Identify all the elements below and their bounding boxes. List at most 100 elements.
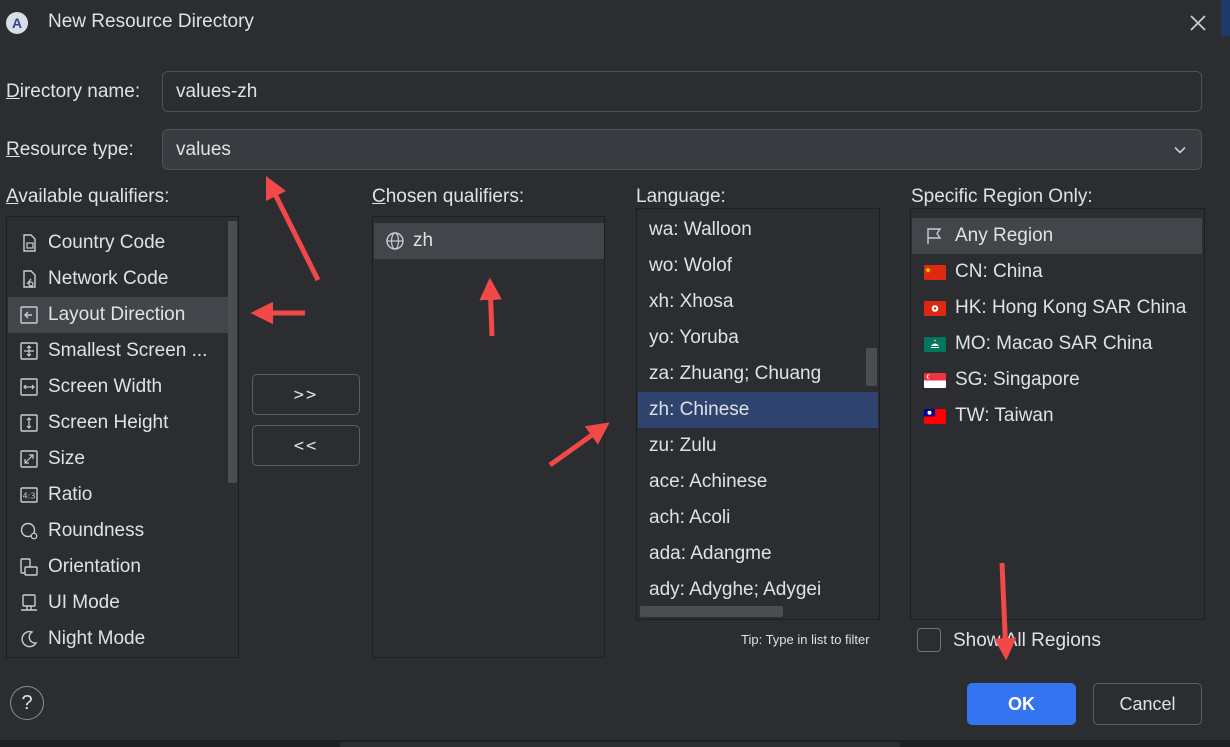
language-label: Language: bbox=[636, 186, 726, 207]
list-item[interactable]: wa: Walloon bbox=[638, 212, 878, 248]
annotation-arrow-resource-type bbox=[265, 175, 321, 282]
language-label-text: zu: Zulu bbox=[649, 435, 717, 456]
orientation-icon bbox=[20, 558, 38, 576]
list-item[interactable]: Any Region bbox=[912, 218, 1202, 254]
list-item[interactable]: Size bbox=[8, 441, 236, 477]
qualifier-label: Orientation bbox=[48, 556, 141, 577]
screen-height-icon bbox=[20, 414, 38, 432]
roundness-icon bbox=[20, 522, 38, 540]
layout-direction-icon bbox=[20, 306, 38, 324]
directory-name-input[interactable]: values-zh bbox=[162, 71, 1202, 112]
close-icon[interactable] bbox=[1186, 11, 1210, 35]
language-label-text: za: Zhuang; Chuang bbox=[649, 363, 822, 384]
region-label-text: CN: China bbox=[955, 261, 1043, 282]
list-item[interactable]: Orientation bbox=[8, 549, 236, 585]
qualifier-label: Network Code bbox=[48, 268, 169, 289]
list-item[interactable]: yo: Yoruba bbox=[638, 320, 878, 356]
list-item[interactable]: zh bbox=[374, 223, 604, 259]
network-icon bbox=[23, 270, 36, 288]
resource-type-label: Resource type: bbox=[6, 139, 134, 160]
language-label-text: zh: Chinese bbox=[649, 399, 750, 420]
taiwan-flag-icon bbox=[924, 408, 946, 424]
region-label-text: Any Region bbox=[955, 225, 1054, 246]
resource-type-select[interactable]: values bbox=[162, 129, 1202, 170]
language-list[interactable]: wa: Walloon wo: Wolof xh: Xhosa yo: Yoru… bbox=[636, 208, 880, 620]
language-label-text: ace: Achinese bbox=[649, 471, 768, 492]
list-item[interactable]: zh: Chinese bbox=[638, 392, 878, 428]
list-item[interactable]: CN: China bbox=[912, 254, 1202, 290]
list-item[interactable]: zu: Zulu bbox=[638, 428, 878, 464]
available-list-scrollbar[interactable] bbox=[228, 221, 237, 483]
qualifier-label: Smallest Screen ... bbox=[48, 340, 208, 361]
svg-text:4:3: 4:3 bbox=[23, 492, 36, 501]
region-label-text: SG: Singapore bbox=[955, 369, 1080, 390]
chosen-qualifiers-list[interactable]: zh bbox=[372, 216, 605, 658]
list-item[interactable]: Screen Height bbox=[8, 405, 236, 441]
show-all-regions-checkbox[interactable] bbox=[917, 628, 941, 652]
language-list-vertical-scrollbar[interactable] bbox=[866, 348, 877, 386]
qualifier-label: Ratio bbox=[48, 484, 93, 505]
list-item[interactable]: UI Mode bbox=[8, 585, 236, 621]
sim-card-icon bbox=[23, 234, 36, 252]
show-all-regions-label[interactable]: Show All Regions bbox=[953, 630, 1101, 652]
list-item[interactable]: xh: Xhosa bbox=[638, 284, 878, 320]
resource-type-value: values bbox=[176, 138, 231, 160]
app-logo-icon: A bbox=[6, 12, 28, 34]
list-item[interactable]: ady: Adyghe; Adygei bbox=[638, 572, 878, 608]
list-item[interactable]: 4:3 Ratio bbox=[8, 477, 236, 513]
list-item[interactable]: za: Zhuang; Chuang bbox=[638, 356, 878, 392]
qualifier-label: UI Mode bbox=[48, 592, 120, 613]
background-window-panel bbox=[340, 742, 900, 747]
language-label-text: wo: Wolof bbox=[649, 255, 733, 276]
region-label: Specific Region Only: bbox=[911, 186, 1093, 207]
list-item[interactable]: Country Code bbox=[8, 225, 236, 261]
region-list[interactable]: Any Region CN: China HK: Hong Kong SAR C… bbox=[910, 208, 1205, 620]
qualifier-label: Roundness bbox=[48, 520, 145, 541]
ui-mode-icon bbox=[21, 594, 37, 611]
chosen-qualifiers-label: Chosen qualifiers: bbox=[372, 186, 525, 207]
qualifier-label: Screen Width bbox=[48, 376, 163, 397]
list-item[interactable]: TW: Taiwan bbox=[912, 398, 1202, 434]
language-list-horizontal-scrollbar[interactable] bbox=[640, 606, 783, 617]
available-qualifiers-list[interactable]: Country Code Network Code Layout Directi… bbox=[6, 216, 239, 658]
qualifier-label: Size bbox=[48, 448, 85, 469]
singapore-flag-icon bbox=[924, 372, 946, 388]
list-item[interactable]: Screen Width bbox=[8, 369, 236, 405]
size-icon bbox=[20, 450, 38, 468]
ratio-icon: 4:3 bbox=[20, 487, 38, 503]
list-item[interactable]: ada: Adangme bbox=[638, 536, 878, 572]
region-label-text: TW: Taiwan bbox=[955, 405, 1054, 426]
list-item[interactable]: Roundness bbox=[8, 513, 236, 549]
list-item[interactable]: wo: Wolof bbox=[638, 248, 878, 284]
language-label-text: ach: Acoli bbox=[649, 507, 731, 528]
list-item[interactable]: Layout Direction bbox=[8, 297, 236, 333]
china-flag-icon bbox=[924, 264, 946, 280]
filter-tip: Tip: Type in list to filter bbox=[741, 632, 870, 647]
list-item[interactable]: Night Mode bbox=[8, 621, 236, 657]
add-qualifier-button[interactable]: >> bbox=[252, 374, 360, 415]
remove-qualifier-button[interactable]: << bbox=[252, 425, 360, 466]
ok-button[interactable]: OK bbox=[967, 683, 1076, 725]
chosen-qualifier-label: zh bbox=[413, 230, 434, 251]
qualifier-label: Country Code bbox=[48, 232, 166, 253]
language-label-text: wa: Walloon bbox=[649, 219, 752, 240]
background-window-edge bbox=[1221, 0, 1230, 36]
list-item[interactable]: Network Code bbox=[8, 261, 236, 297]
list-item[interactable]: ace: Achinese bbox=[638, 464, 878, 500]
cancel-button[interactable]: Cancel bbox=[1093, 683, 1202, 725]
language-label-text: yo: Yoruba bbox=[649, 327, 739, 348]
qualifier-label: Night Mode bbox=[48, 628, 146, 649]
language-label-text: ady: Adyghe; Adygei bbox=[649, 579, 822, 600]
qualifier-label: Layout Direction bbox=[48, 304, 186, 325]
night-mode-icon bbox=[21, 630, 38, 648]
directory-name-label: Directory name: bbox=[6, 81, 141, 102]
globe-icon bbox=[386, 232, 404, 250]
help-button[interactable]: ? bbox=[10, 686, 44, 720]
list-item[interactable]: SG: Singapore bbox=[912, 362, 1202, 398]
qualifier-label: Screen Height bbox=[48, 412, 169, 433]
list-item[interactable]: HK: Hong Kong SAR China bbox=[912, 290, 1202, 326]
list-item[interactable]: MO: Macao SAR China bbox=[912, 326, 1202, 362]
list-item[interactable]: ach: Acoli bbox=[638, 500, 878, 536]
list-item[interactable]: Smallest Screen ... bbox=[8, 333, 236, 369]
chevron-down-icon bbox=[1174, 146, 1186, 154]
